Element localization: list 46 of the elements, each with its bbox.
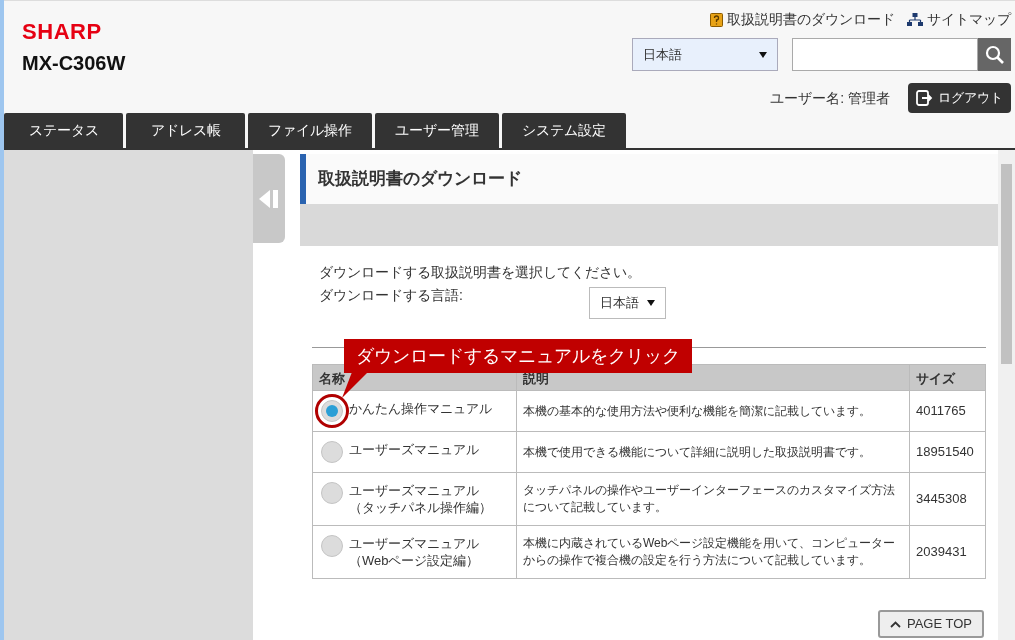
logout-icon <box>916 90 933 106</box>
logout-button[interactable]: ログアウト <box>908 83 1011 113</box>
collapse-icon <box>259 189 279 208</box>
nav-tab[interactable]: ステータス <box>4 113 123 148</box>
caret-icon <box>647 300 655 306</box>
radio-button[interactable] <box>321 482 343 504</box>
user-name: ユーザー名: 管理者 <box>770 88 890 108</box>
nav-tab[interactable]: ファイル操作 <box>248 113 372 148</box>
collapse-handle[interactable] <box>253 154 285 243</box>
language-select[interactable]: 日本語 <box>632 38 778 71</box>
manual-name: ユーザーズマニュアル <box>349 441 480 458</box>
radio-button[interactable] <box>321 441 343 463</box>
sitemap-icon <box>907 13 923 26</box>
manual-name: ユーザーズマニュアル（Webページ設定編） <box>349 535 481 569</box>
highlight-ring <box>315 394 349 428</box>
search-icon <box>984 44 1005 65</box>
brand-logo: SHARP <box>22 21 103 43</box>
search-field[interactable] <box>792 38 978 71</box>
language-select[interactable]: 日本語 <box>589 287 666 319</box>
radio-button[interactable] <box>321 535 343 557</box>
page-top-button[interactable]: PAGE TOP <box>877 610 984 638</box>
manual-name: かんたん操作マニュアル <box>349 400 493 417</box>
nav-tab[interactable]: ユーザー管理 <box>375 113 499 148</box>
description-cell: 本機で使用できる機能について詳細に説明した取扱説明書です。 <box>516 431 910 473</box>
header-link[interactable]: サイトマップ <box>907 9 1011 30</box>
model-name: MX-C306W <box>22 53 127 73</box>
header-link[interactable]: 取扱説明書のダウンロード <box>710 9 895 30</box>
search-button[interactable] <box>978 38 1011 71</box>
size-cell: 2039431 <box>909 525 986 579</box>
description-cell: 本機に内蔵されているWebページ設定機能を用いて、コンピューターからの操作で複合機の設定を行う方法について記載しています。 <box>516 525 910 579</box>
caret-icon <box>759 51 767 58</box>
description-cell: タッチパネルの操作やユーザーインターフェースのカスタマイズ方法について記載しています。 <box>516 472 910 526</box>
manual-name: ユーザーズマニュアル（タッチパネル操作編） <box>349 482 493 516</box>
nav-tab[interactable]: アドレス帳 <box>126 113 245 148</box>
chevron-up-icon <box>889 620 901 628</box>
instruction-text: ダウンロードする取扱説明書を選択してください。 <box>318 263 642 282</box>
radio-button[interactable] <box>321 400 343 422</box>
nav-tab[interactable]: システム設定 <box>502 113 626 148</box>
size-cell: 3445308 <box>909 472 986 526</box>
page-title: 取扱説明書のダウンロード <box>318 168 522 191</box>
language-label: ダウンロードする言語: <box>319 286 464 305</box>
column-header: サイズ <box>909 364 986 391</box>
size-cell: 18951540 <box>909 431 986 473</box>
size-cell: 4011765 <box>909 390 986 432</box>
description-cell: 本機の基本的な使用方法や便利な機能を簡潔に記載しています。 <box>516 390 910 432</box>
book-icon <box>710 12 723 27</box>
